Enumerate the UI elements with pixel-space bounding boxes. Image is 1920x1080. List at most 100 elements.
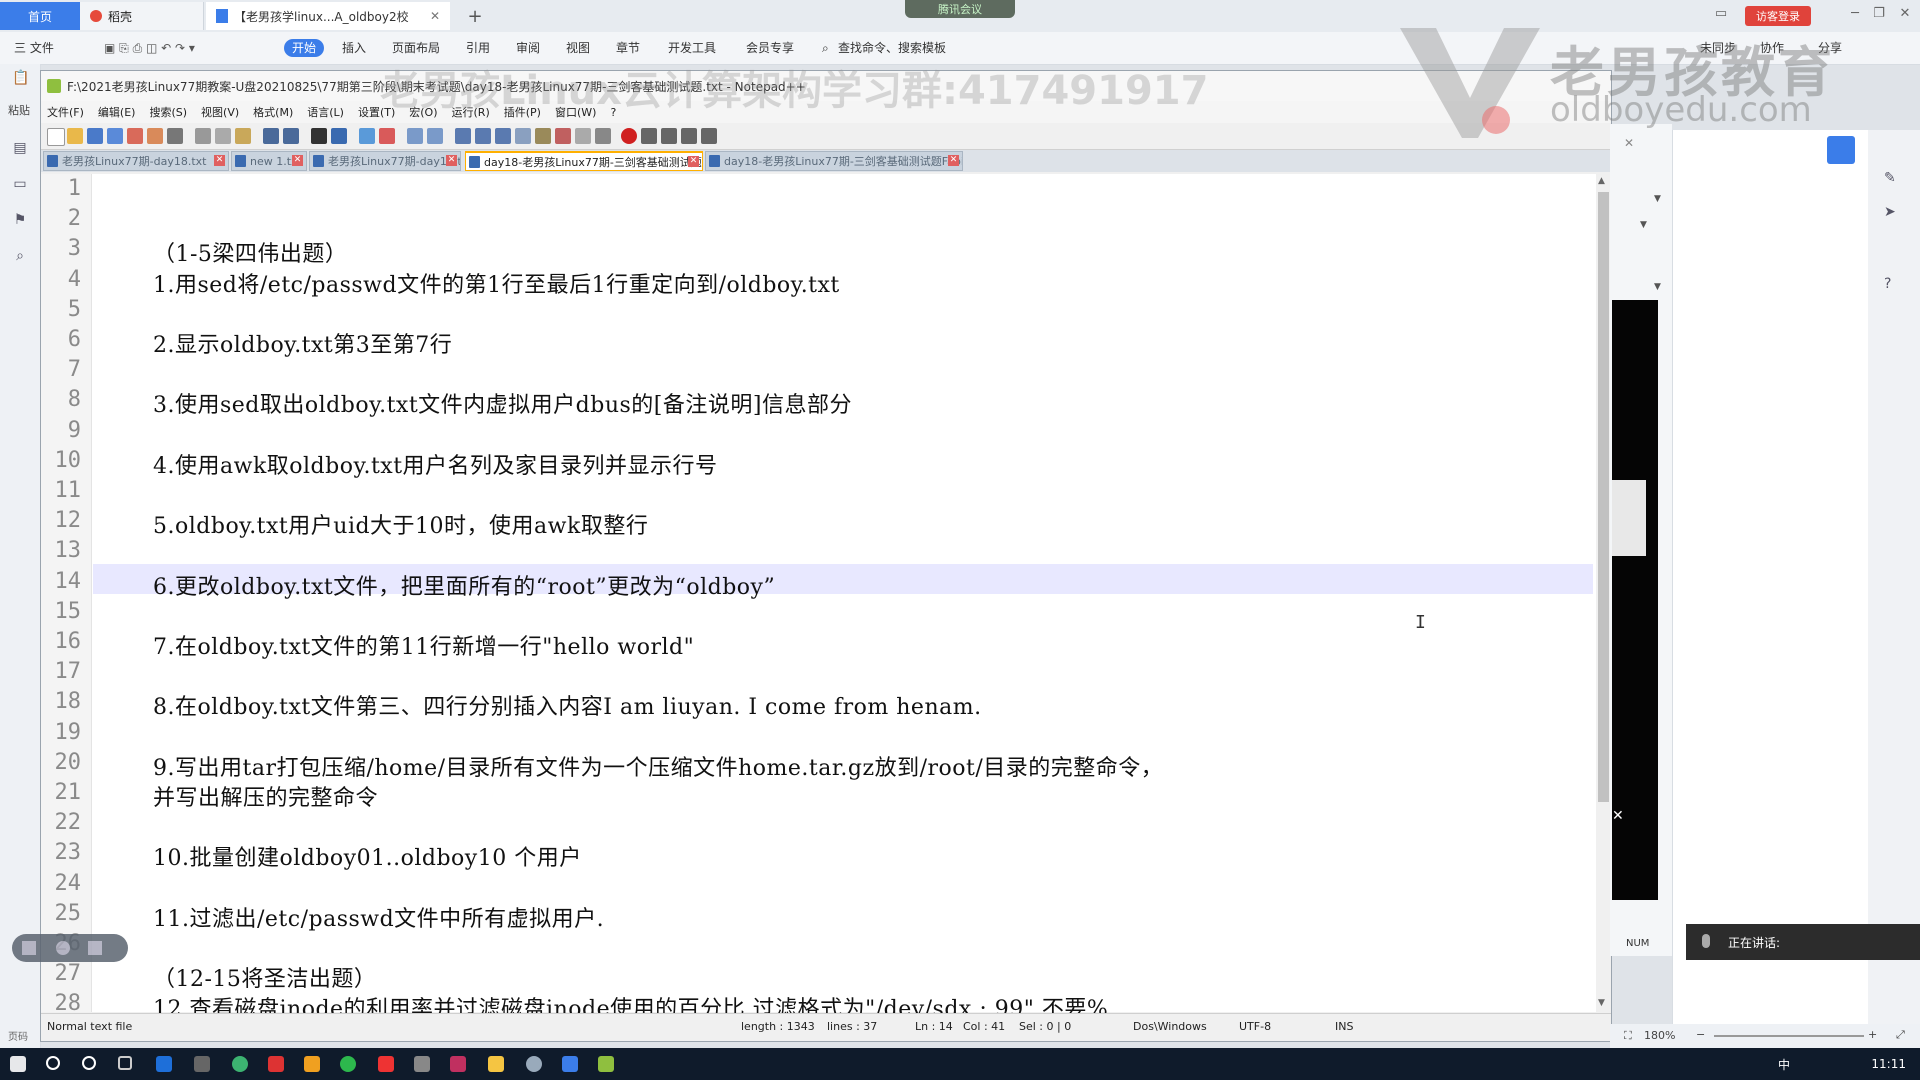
func-list-icon[interactable] [535, 128, 551, 144]
dropdown-arrow-icon[interactable]: ▼ [1640, 220, 1647, 230]
close-tab-icon[interactable]: ✕ [446, 155, 457, 166]
undo-icon[interactable] [263, 128, 279, 144]
eye-icon[interactable] [595, 128, 611, 144]
file-tab[interactable]: 老男孩Linux77期-day19.txt ✕ [309, 151, 461, 171]
panel-close-icon[interactable]: ✕ [1624, 136, 1634, 150]
wechat-icon[interactable] [340, 1056, 356, 1072]
menu-format[interactable]: 格式(M) [253, 104, 293, 120]
zoom-out-button[interactable]: − [1696, 1028, 1705, 1041]
find-icon[interactable]: ⌕ [12, 248, 28, 264]
record-macro-icon[interactable] [621, 128, 637, 144]
app-icon[interactable] [414, 1056, 430, 1072]
save-all-icon[interactable] [107, 128, 123, 144]
print-icon[interactable] [167, 128, 183, 144]
zoom-out-icon[interactable] [379, 128, 395, 144]
minimize-icon[interactable]: ─ [1842, 6, 1868, 26]
run-multiple-icon[interactable] [681, 128, 697, 144]
open-file-icon[interactable] [67, 128, 83, 144]
file-menu[interactable]: 三 文件 [14, 39, 54, 57]
ribbon-tab[interactable]: 插入 [342, 39, 366, 57]
new-tab-button[interactable]: + [460, 2, 490, 30]
sync-h-icon[interactable] [427, 128, 443, 144]
search-icon[interactable] [46, 1056, 60, 1070]
ribbon-tab[interactable]: 章节 [616, 39, 640, 57]
paste-icon[interactable]: 📋 [12, 70, 29, 86]
floating-controls[interactable] [12, 934, 128, 962]
close-tab-icon[interactable]: ✕ [948, 155, 959, 166]
eol-format[interactable]: Dos\Windows [1133, 1020, 1207, 1033]
save-icon[interactable] [87, 128, 103, 144]
zoom-slider[interactable] [1714, 1035, 1864, 1037]
menu-edit[interactable]: 编辑(E) [98, 104, 136, 120]
edit-icon[interactable]: ✎ [1884, 170, 1896, 186]
wrap-icon[interactable] [455, 128, 471, 144]
scroll-down-icon[interactable]: ▼ [1598, 998, 1605, 1008]
new-file-icon[interactable] [47, 128, 65, 146]
paste-tool-icon[interactable] [235, 128, 251, 144]
layout-icon[interactable]: ▭ [1708, 6, 1734, 26]
close-icon[interactable]: ✕ [430, 9, 440, 23]
app-icon[interactable] [562, 1056, 578, 1072]
file-explorer-icon[interactable] [488, 1056, 504, 1072]
ribbon-tab[interactable]: 视图 [566, 39, 590, 57]
copy-icon[interactable] [215, 128, 231, 144]
menu-search[interactable]: 搜索(S) [149, 104, 187, 120]
dropdown-arrow-icon[interactable]: ▼ [1654, 194, 1661, 204]
ribbon-tab[interactable]: 开发工具 [668, 39, 716, 57]
ribbon-tab-start[interactable]: 开始 [284, 39, 325, 57]
grid-icon[interactable] [22, 941, 36, 955]
monitor-icon[interactable] [575, 128, 591, 144]
play-macro-icon[interactable] [661, 128, 677, 144]
chrome-icon[interactable] [232, 1056, 248, 1072]
menu-language[interactable]: 语言(L) [307, 104, 344, 120]
scroll-up-icon[interactable]: ▲ [1598, 176, 1605, 186]
close-all-icon[interactable] [147, 128, 163, 144]
wps-tab-document[interactable]: 【老男孩学linux...A_oldboy2校 ✕ [206, 2, 450, 30]
sync-v-icon[interactable] [407, 128, 423, 144]
folder-workspace-icon[interactable] [555, 128, 571, 144]
ime-indicator[interactable]: 中 [1778, 1056, 1790, 1073]
redo-icon[interactable] [283, 128, 299, 144]
doc-map-icon[interactable] [515, 128, 531, 144]
dropdown-arrow-icon[interactable]: ▼ [1654, 282, 1661, 292]
vertical-scrollbar[interactable]: ▲ ▼ [1596, 174, 1611, 1012]
fit-page-icon[interactable]: ⛶ [1624, 1029, 1632, 1043]
wps-tab-home[interactable]: 首页 [0, 2, 80, 30]
ribbon-tab[interactable]: 页面布局 [392, 39, 440, 57]
task-view-icon[interactable] [118, 1056, 132, 1070]
clock[interactable]: 11:11 [1871, 1057, 1906, 1071]
outline-icon[interactable]: ▤ [12, 140, 28, 156]
app-icon[interactable] [194, 1056, 210, 1072]
close-file-icon[interactable] [127, 128, 143, 144]
file-tab[interactable]: new 1.txt ✕ [231, 151, 307, 171]
file-tab-active[interactable]: day18-老男孩Linux77期-三剑客基础测试题.txt ✕ [465, 151, 703, 171]
windows-start-icon[interactable] [10, 1056, 26, 1072]
app-icon[interactable] [526, 1056, 542, 1072]
close-window-icon[interactable]: ✕ [1892, 6, 1918, 26]
screen-icon[interactable] [88, 941, 102, 955]
notepadpp-taskbar-icon[interactable] [598, 1056, 614, 1072]
cut-icon[interactable] [195, 128, 211, 144]
help-icon[interactable]: ? [1884, 276, 1891, 292]
cortana-icon[interactable] [82, 1056, 96, 1070]
command-search[interactable]: 查找命令、搜索模板 [838, 39, 946, 57]
indent-guide-icon[interactable] [495, 128, 511, 144]
app-icon[interactable] [378, 1056, 394, 1072]
meeting-indicator[interactable]: 腾讯会议 [905, 0, 1015, 18]
find-tool-icon[interactable] [311, 128, 327, 144]
file-tab[interactable]: 老男孩Linux77期-day18.txt ✕ [43, 151, 229, 171]
ribbon-tab[interactable]: 引用 [466, 39, 490, 57]
fullscreen-icon[interactable]: ⤢ [1896, 1028, 1905, 1042]
app-icon[interactable] [268, 1056, 284, 1072]
app-icon[interactable] [304, 1056, 320, 1072]
file-tab[interactable]: day18-老男孩Linux77期-三剑客基础测试题Fabio.txt ✕ [705, 151, 963, 171]
wps-tab-daoke[interactable]: 稻壳 [80, 2, 204, 30]
folder-icon[interactable]: ▭ [12, 176, 28, 192]
close-tab-icon[interactable]: ✕ [688, 156, 699, 167]
location-icon[interactable] [1827, 136, 1855, 164]
close-tab-icon[interactable]: ✕ [292, 155, 303, 166]
zoom-in-button[interactable]: + [1868, 1028, 1877, 1041]
camera-icon[interactable] [56, 941, 70, 955]
encoding[interactable]: UTF-8 [1239, 1020, 1271, 1033]
ribbon-tab[interactable]: 审阅 [516, 39, 540, 57]
